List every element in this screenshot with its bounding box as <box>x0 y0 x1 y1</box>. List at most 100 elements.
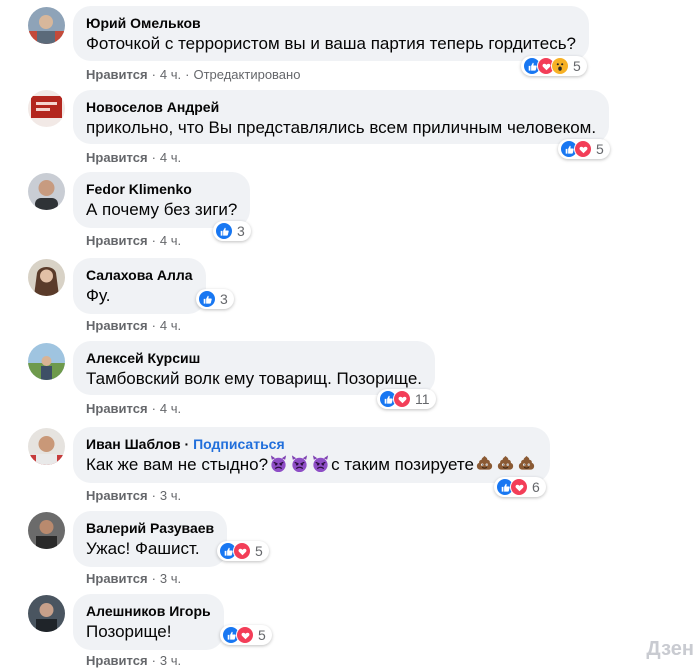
reactions-summary[interactable]: 11 <box>377 389 436 409</box>
separator-dot: · <box>151 318 156 333</box>
angry-devil-icon <box>290 454 309 473</box>
comment-author: Иван Шаблов · Подписаться <box>86 436 285 452</box>
reaction-count: 5 <box>255 543 263 559</box>
poop-icon <box>475 454 494 473</box>
comment-text: прикольно, что Вы представлялись всем пр… <box>86 118 597 137</box>
comment-actions: Нравится · 4 ч. · Отредактировано <box>86 67 300 82</box>
reaction-count: 3 <box>237 223 245 239</box>
separator-dot: · <box>151 488 156 503</box>
comment-bubble: Алешников Игорь Позорище! <box>73 594 224 650</box>
separator-dot: · <box>151 67 156 82</box>
reaction-count: 3 <box>220 291 228 307</box>
comment-bubble: Юрий Омельков Фоточкой с террористом вы … <box>73 6 590 61</box>
like-link[interactable]: Нравится <box>86 653 148 668</box>
comment-bubble: Алексей Курсиш Тамбовский волк ему товар… <box>73 341 436 395</box>
love-reaction-icon <box>510 478 528 496</box>
reactions-summary[interactable]: 5 <box>217 541 269 561</box>
reaction-count: 5 <box>596 141 604 157</box>
like-link[interactable]: Нравится <box>86 488 148 503</box>
separator-dot: · <box>151 653 156 668</box>
poop-icon <box>517 454 536 473</box>
comment-author[interactable]: Алексей Курсиш <box>86 349 422 367</box>
love-reaction-icon <box>236 626 254 644</box>
comment-time[interactable]: 3 ч. <box>160 653 181 668</box>
reactions-summary[interactable]: 5 <box>521 56 587 76</box>
comment-time[interactable]: 4 ч. <box>160 401 181 416</box>
reactions-summary[interactable]: 3 <box>213 221 251 241</box>
comment-text: Фоточкой с террористом вы и ваша партия … <box>86 34 577 53</box>
avatar[interactable] <box>28 343 65 380</box>
comment-text: Ужас! Фашист. <box>86 539 200 558</box>
separator-dot: · <box>151 571 156 586</box>
reactions-summary[interactable]: 6 <box>494 477 546 497</box>
follow-link[interactable]: Подписаться <box>193 436 285 452</box>
reaction-count: 5 <box>573 58 581 74</box>
comment-author[interactable]: Алешников Игорь <box>86 602 211 620</box>
separator-dot: · <box>151 150 156 165</box>
comment-author[interactable]: Валерий Разуваев <box>86 519 214 537</box>
reaction-count: 11 <box>415 391 430 407</box>
reaction-count: 6 <box>532 479 540 495</box>
comment-actions: Нравится · 4 ч. <box>86 401 181 416</box>
comment-bubble: Новоселов Андрей прикольно, что Вы предс… <box>73 90 610 144</box>
reactions-summary[interactable]: 5 <box>558 139 610 159</box>
comment-text: Как же вам не стыдно? с таким позируете <box>86 454 537 476</box>
comment-text: А почему без зиги? <box>86 200 238 219</box>
avatar[interactable] <box>28 90 65 127</box>
watermark: Дзен <box>646 638 694 660</box>
comment-actions: Нравится · 4 ч. <box>86 318 181 333</box>
comment-text: Фу. <box>86 286 111 305</box>
separator-dot: · <box>185 67 190 82</box>
like-link[interactable]: Нравится <box>86 318 148 333</box>
comment-author[interactable]: Fedor Klimenko <box>86 180 237 198</box>
comment-bubble: Fedor Klimenko А почему без зиги? <box>73 172 251 228</box>
comment-author[interactable]: Новоселов Андрей <box>86 98 596 116</box>
reaction-count: 5 <box>258 627 266 643</box>
love-reaction-icon <box>233 542 251 560</box>
comment-bubble: Валерий Разуваев Ужас! Фашист. <box>73 511 228 567</box>
like-link[interactable]: Нравится <box>86 67 148 82</box>
like-link[interactable]: Нравится <box>86 401 148 416</box>
avatar[interactable] <box>28 512 65 549</box>
like-reaction-icon <box>198 290 216 308</box>
comment-text-part: Как же вам не стыдно? <box>86 455 269 474</box>
comment-actions: Нравится · 3 ч. <box>86 571 181 586</box>
comment-bubble: Салахова Алла Фу. <box>73 258 206 314</box>
comment-author[interactable]: Салахова Алла <box>86 266 193 284</box>
love-reaction-icon <box>574 140 592 158</box>
comment-author[interactable]: Юрий Омельков <box>86 14 576 32</box>
love-reaction-icon <box>393 390 411 408</box>
avatar[interactable] <box>28 7 65 44</box>
edited-label[interactable]: Отредактировано <box>193 67 300 82</box>
like-link[interactable]: Нравится <box>86 150 148 165</box>
comment-time[interactable]: 4 ч. <box>160 318 181 333</box>
avatar[interactable] <box>28 428 65 465</box>
avatar[interactable] <box>28 259 65 296</box>
comment-bubble: Иван Шаблов · Подписаться Как же вам не … <box>73 427 550 483</box>
comment-actions: Нравится · 4 ч. <box>86 150 181 165</box>
poop-icon <box>496 454 515 473</box>
wow-reaction-icon <box>551 57 569 75</box>
comment-author-name[interactable]: Иван Шаблов <box>86 436 181 452</box>
comment-actions: Нравится · 3 ч. <box>86 653 181 668</box>
separator-dot: · <box>151 233 156 248</box>
comment-time[interactable]: 3 ч. <box>160 488 181 503</box>
avatar[interactable] <box>28 595 65 632</box>
comment-time[interactable]: 3 ч. <box>160 571 181 586</box>
comment-text: Тамбовский волк ему товарищ. Позорище. <box>86 369 423 388</box>
reactions-summary[interactable]: 5 <box>220 625 272 645</box>
avatar[interactable] <box>28 173 65 210</box>
like-link[interactable]: Нравится <box>86 571 148 586</box>
angry-devil-icon <box>269 454 288 473</box>
comment-text-part: с таким позируете <box>331 455 474 474</box>
separator-dot: · <box>151 401 156 416</box>
like-link[interactable]: Нравится <box>86 233 148 248</box>
comment-actions: Нравится · 4 ч. <box>86 233 181 248</box>
comment-time[interactable]: 4 ч. <box>160 233 181 248</box>
reactions-summary[interactable]: 3 <box>196 289 234 309</box>
angry-devil-icon <box>311 454 330 473</box>
like-reaction-icon <box>215 222 233 240</box>
comment-time[interactable]: 4 ч. <box>160 67 181 82</box>
comment-actions: Нравится · 3 ч. <box>86 488 181 503</box>
comment-time[interactable]: 4 ч. <box>160 150 181 165</box>
